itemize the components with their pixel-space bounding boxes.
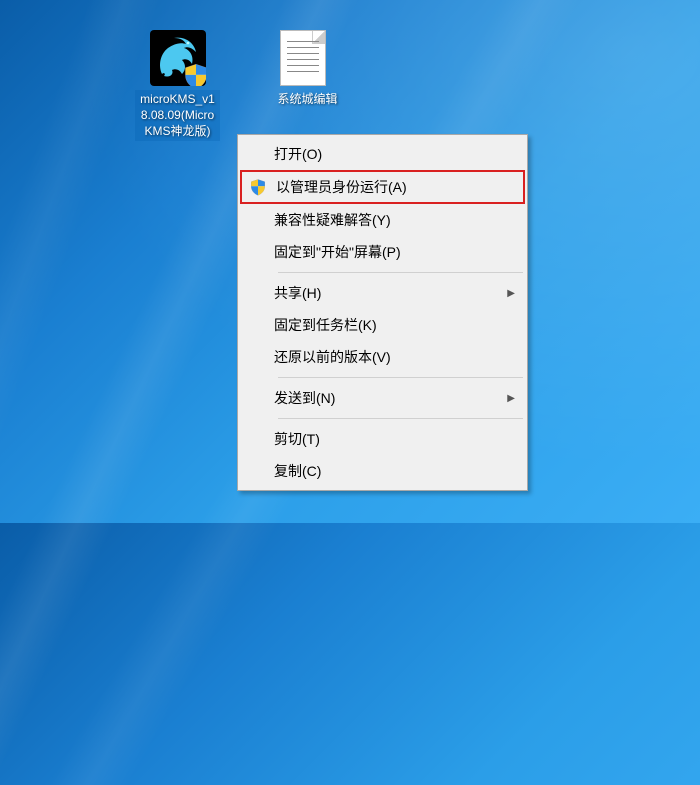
menu-item-icon-empty [246,210,266,230]
menu-item-cut[interactable]: 剪切(T) [240,423,525,455]
highlight-annotation: 以管理员身份运行(A) [240,170,525,204]
text-document-icon [280,30,326,86]
menu-item-pin-taskbar[interactable]: 固定到任务栏(K) [240,309,525,341]
uac-shield-icon [248,177,268,197]
menu-item-send-to[interactable]: 发送到(N) ▶ [240,382,525,414]
file-icon [280,30,336,86]
menu-item-label: 固定到任务栏(K) [274,315,515,335]
menu-separator [278,377,523,378]
menu-item-label: 还原以前的版本(V) [274,347,515,367]
menu-item-run-as-admin[interactable]: 以管理员身份运行(A) [242,172,523,202]
menu-item-label: 兼容性疑难解答(Y) [274,210,515,230]
menu-item-icon-empty [246,283,266,303]
menu-item-icon-empty [246,388,266,408]
menu-item-open[interactable]: 打开(O) [240,138,525,170]
menu-item-compat-troubleshoot[interactable]: 兼容性疑难解答(Y) [240,204,525,236]
desktop-icon-microkms[interactable]: microKMS_v18.08.09(MicroKMS神龙版) [135,30,220,141]
uac-shield-icon [182,62,206,86]
submenu-arrow-icon: ▶ [503,288,515,299]
menu-item-icon-empty [246,429,266,449]
menu-item-icon-empty [246,461,266,481]
desktop-icon-label: 系统城编辑 [275,90,339,108]
menu-item-share[interactable]: 共享(H) ▶ [240,277,525,309]
menu-separator [278,272,523,273]
menu-item-icon-empty [246,242,266,262]
menu-item-copy[interactable]: 复制(C) [240,455,525,487]
menu-item-label: 以管理员身份运行(A) [276,177,513,197]
menu-item-icon-empty [246,315,266,335]
menu-item-label: 剪切(T) [274,429,515,449]
context-menu: 打开(O) 以管理员身份运行(A) 兼容性疑难解答(Y) 固定到"开始"屏幕(P… [237,134,528,491]
menu-item-restore-previous[interactable]: 还原以前的版本(V) [240,341,525,373]
desktop-icon-label: microKMS_v18.08.09(MicroKMS神龙版) [135,90,220,141]
menu-item-icon-empty [246,144,266,164]
desktop-icon-textfile[interactable]: 系统城编辑 [265,30,350,108]
menu-item-label: 打开(O) [274,144,515,164]
menu-item-pin-start[interactable]: 固定到"开始"屏幕(P) [240,236,525,268]
menu-item-icon-empty [246,347,266,367]
menu-item-label: 共享(H) [274,283,495,303]
menu-separator [278,418,523,419]
menu-item-label: 复制(C) [274,461,515,481]
app-icon [150,30,206,86]
submenu-arrow-icon: ▶ [503,393,515,404]
menu-item-label: 固定到"开始"屏幕(P) [274,242,515,262]
menu-item-label: 发送到(N) [274,388,495,408]
